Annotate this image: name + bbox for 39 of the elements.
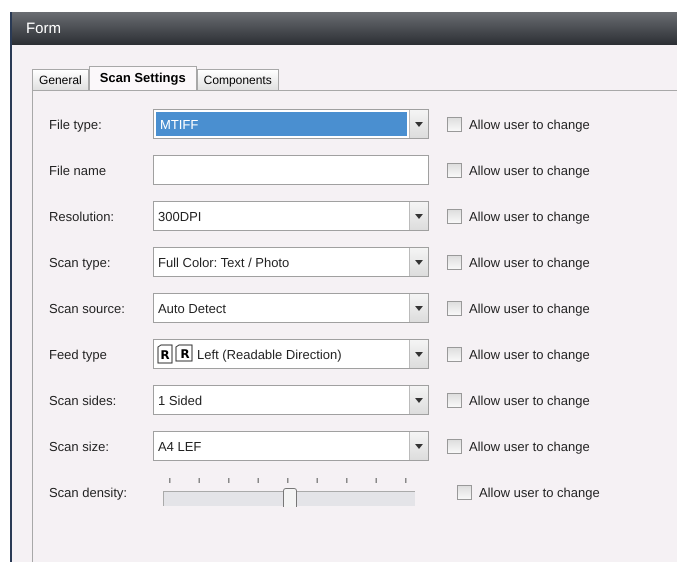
checkbox[interactable] xyxy=(447,254,462,270)
field-label: Feed type xyxy=(49,346,108,362)
checkbox-label: Allow user to change xyxy=(469,116,590,132)
window-title: Form xyxy=(26,20,61,37)
field-label: Scan sides: xyxy=(49,392,118,408)
checkbox-label: Allow user to change xyxy=(469,300,590,316)
checkbox[interactable] xyxy=(447,392,462,408)
checkbox[interactable] xyxy=(457,484,472,500)
checkbox[interactable] xyxy=(447,438,462,454)
checkbox-label: Allow user to change xyxy=(469,392,590,408)
slider[interactable] xyxy=(163,477,415,507)
field-label: File type: xyxy=(49,116,103,132)
checkbox-label: Allow user to change xyxy=(469,254,590,270)
field-label: Scan size: xyxy=(49,438,110,454)
checkbox-label: Allow user to change xyxy=(469,438,590,454)
dropdown[interactable]: 1 Sided xyxy=(153,385,429,415)
checkbox[interactable] xyxy=(447,208,462,224)
field-label: Scan density: xyxy=(49,484,128,500)
checkbox-label: Allow user to change xyxy=(479,484,600,500)
checkbox-label: Allow user to change xyxy=(469,162,590,178)
checkbox[interactable] xyxy=(447,162,462,178)
input-field[interactable] xyxy=(153,155,429,185)
dropdown[interactable]: A4 LEF xyxy=(153,431,429,461)
checkbox[interactable] xyxy=(447,300,462,316)
tab[interactable]: General xyxy=(32,69,89,90)
checkbox[interactable] xyxy=(447,116,462,132)
dropdown[interactable]: Full Color: Text / Photo xyxy=(153,247,429,277)
field-label: Scan source: xyxy=(49,300,126,316)
tab[interactable]: Scan Settings xyxy=(88,66,197,90)
checkbox-label: Allow user to change xyxy=(469,346,590,362)
checkbox-label: Allow user to change xyxy=(469,208,590,224)
tab[interactable]: Components xyxy=(196,69,279,90)
field-label: File name xyxy=(49,162,108,178)
field-label: Resolution: xyxy=(49,208,116,224)
checkbox[interactable] xyxy=(447,346,462,362)
dropdown[interactable]: 300DPI xyxy=(153,201,429,231)
dropdown[interactable]: R R Left (Readable Direction) xyxy=(153,339,429,369)
dropdown[interactable]: Auto Detect xyxy=(153,293,429,323)
field-label: Scan type: xyxy=(49,254,112,270)
